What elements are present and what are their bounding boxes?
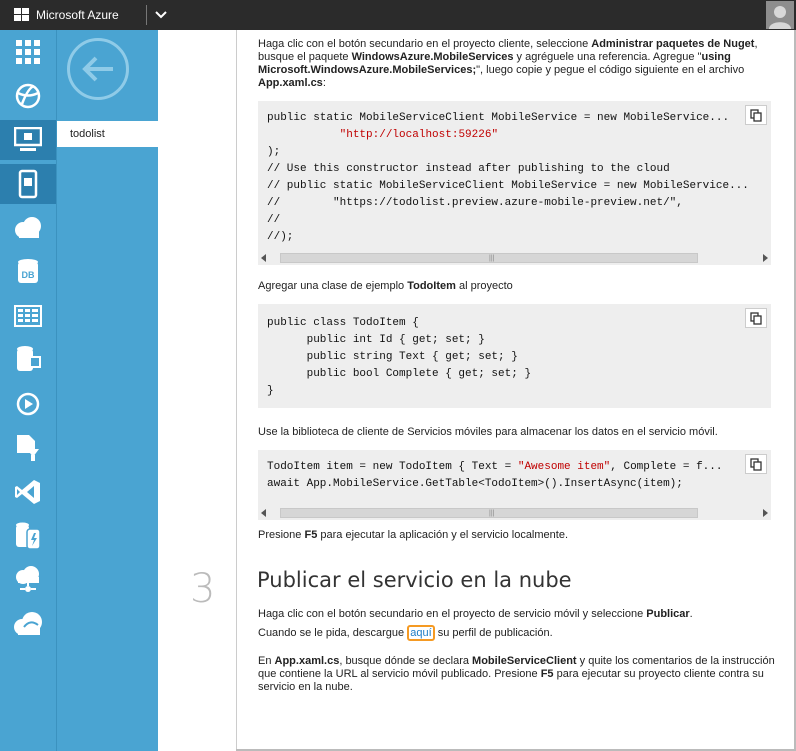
code-text: public class TodoItem { public int Id { … [267,317,532,397]
code-block-mobile-service-client: public static MobileServiceClient Mobile… [258,101,771,265]
scroll-thumb[interactable]: ||| [280,508,698,518]
mobile-services-icon[interactable] [0,164,56,204]
subnav-item-todolist[interactable]: todolist [57,121,159,147]
all-items-icon[interactable] [0,32,56,72]
copy-icon[interactable] [745,105,767,125]
scroll-thumb[interactable]: ||| [280,253,698,263]
run-locally-paragraph: Presione F5 para ejecutar la aplicación … [258,529,569,541]
scroll-left-icon[interactable] [261,254,266,262]
brand-title: Microsoft Azure [36,8,119,22]
cloud-services-icon[interactable] [0,208,56,248]
copy-icon[interactable] [745,454,767,474]
media-services-icon[interactable] [0,384,56,424]
horizontal-scrollbar[interactable]: ||| [258,251,771,265]
scroll-left-icon[interactable] [261,509,266,517]
code-block-todoitem-class: public class TodoItem { public int Id { … [258,304,771,408]
code-text: public static MobileServiceClient Mobile… [267,112,749,243]
scroll-right-icon[interactable] [763,509,768,517]
secondary-nav: todolist [56,30,159,751]
content-left-border [236,30,237,751]
user-avatar-icon[interactable] [766,1,794,29]
step-title: Publicar el servicio en la nube [257,568,572,592]
visual-studio-online-icon[interactable] [0,472,56,512]
back-arrow-icon[interactable] [67,38,129,100]
uncomment-url-paragraph: En App.xaml.cs, busque dónde se declara … [258,655,775,693]
horizontal-scrollbar[interactable]: ||| [258,506,771,520]
intro-paragraph: Haga clic con el botón secundario en el … [258,38,758,89]
copy-icon[interactable] [745,308,767,328]
websites-icon[interactable] [0,76,56,116]
scroll-right-icon[interactable] [763,254,768,262]
virtual-machines-icon[interactable] [0,120,56,160]
publish-paragraph: Haga clic con el botón secundario en el … [258,608,693,620]
hdinsight-icon[interactable] [0,340,56,380]
cache-icon[interactable] [0,516,56,556]
service-bus-icon[interactable] [0,428,56,468]
step-number: 3 [190,566,216,612]
recovery-services-icon[interactable] [0,604,56,644]
download-profile-paragraph: Cuando se le pida, descargue aquí su per… [258,625,553,641]
svg-text:DB: DB [22,270,35,280]
sql-databases-icon[interactable]: DB [0,252,56,292]
brand[interactable]: Microsoft Azure [0,0,146,30]
code-text: TodoItem item = new TodoItem { Text = "A… [267,461,723,490]
download-profile-link[interactable]: aquí [407,625,435,641]
code-block-insert-item: TodoItem item = new TodoItem { Text = "A… [258,450,771,520]
windows-logo-icon [14,8,30,22]
biztalk-services-icon[interactable] [0,560,56,600]
top-bar: Microsoft Azure [0,0,796,30]
todoitem-paragraph: Agregar una clase de ejemplo TodoItem al… [258,280,513,292]
chevron-down-icon[interactable] [147,0,175,30]
left-nav-rail: DB [0,30,56,751]
storage-icon[interactable] [0,296,56,336]
client-library-paragraph: Use la biblioteca de cliente de Servicio… [258,426,718,438]
